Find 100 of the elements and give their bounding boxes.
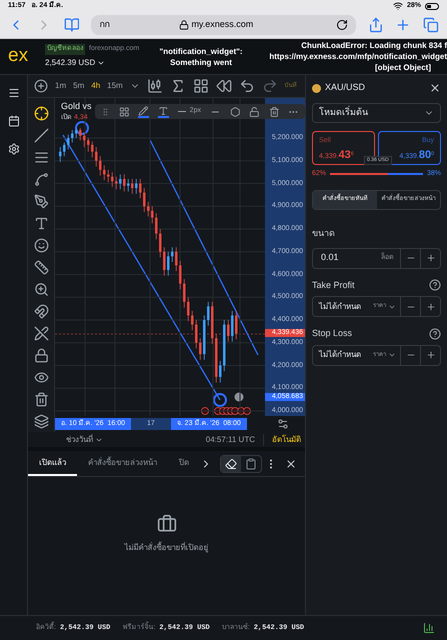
candle — [139, 178, 142, 199]
trash-icon[interactable] — [268, 106, 280, 118]
layers-icon[interactable] — [34, 414, 48, 429]
candle — [131, 178, 134, 194]
tabs-icon[interactable] — [423, 17, 439, 33]
candle — [119, 174, 122, 190]
candle — [219, 360, 222, 383]
magnet-icon[interactable] — [34, 304, 48, 319]
candle — [187, 296, 190, 322]
settings-icon[interactable] — [8, 143, 20, 155]
eye-icon[interactable] — [34, 370, 48, 385]
candle — [167, 251, 170, 276]
candle — [111, 172, 114, 188]
candle — [95, 146, 98, 167]
help-icon[interactable] — [429, 279, 441, 292]
timeframe-tab[interactable]: 15m — [107, 80, 123, 92]
zoom-in-icon[interactable] — [34, 282, 48, 297]
candle — [147, 201, 150, 217]
candle — [191, 310, 194, 331]
candle — [163, 246, 166, 276]
lock-icon — [179, 20, 190, 30]
crosshair-icon[interactable] — [34, 106, 48, 121]
address-field[interactable]: กก my.exness.com — [91, 15, 356, 35]
lines-tool-icon[interactable] — [34, 150, 48, 165]
logo: ex — [8, 45, 28, 66]
text-tool-icon[interactable] — [34, 216, 48, 231]
close-icon[interactable] — [285, 458, 297, 470]
candle — [155, 212, 158, 240]
redo-icon[interactable] — [262, 78, 278, 94]
candle — [135, 178, 138, 194]
symbol-title: XAU/USD — [325, 81, 366, 94]
axis-settings-icon[interactable] — [277, 418, 289, 430]
empty-message: ไม่มีคำสั่งซื้อขายที่เปิดอยู่ — [124, 542, 208, 554]
smiley-icon[interactable] — [34, 238, 48, 253]
text-icon[interactable] — [158, 106, 169, 118]
candle — [215, 333, 218, 383]
pen-off-icon[interactable] — [34, 326, 48, 341]
pen-tool-icon[interactable] — [34, 194, 48, 209]
trash-icon[interactable] — [34, 392, 48, 407]
candle — [115, 176, 118, 190]
channel-drawing[interactable] — [62, 121, 259, 407]
timeframe-tab[interactable]: 5m — [73, 80, 84, 92]
curve-tool-icon[interactable] — [34, 172, 48, 187]
candle — [159, 228, 162, 258]
view-mode-button[interactable] — [221, 456, 241, 472]
candle — [235, 310, 238, 340]
candle — [223, 320, 226, 372]
candle — [67, 134, 70, 150]
orders-tab[interactable]: คำสั่งซื้อขายล่วงหน้า — [77, 451, 168, 476]
line-tool-icon[interactable] — [34, 128, 48, 143]
orders-tab[interactable]: เปิดแล้ว — [28, 451, 77, 476]
candle — [123, 174, 126, 192]
pencil-icon[interactable] — [138, 106, 150, 118]
replay-icon[interactable] — [216, 78, 232, 94]
candle — [87, 138, 90, 152]
input-value: ไม่ได้กำหนด — [318, 300, 362, 312]
undo-icon[interactable] — [238, 78, 255, 94]
add-indicator-icon[interactable] — [34, 79, 48, 93]
templates-icon[interactable] — [118, 106, 130, 118]
date-range-dropdown[interactable]: ช่วงวันที่ — [66, 434, 103, 446]
drag-handle-icon[interactable] — [101, 106, 110, 116]
mode-dropdown[interactable]: โหมดเริ่มต้น — [312, 103, 441, 123]
candle — [79, 127, 82, 141]
timeframe-tab[interactable]: 4h — [91, 80, 100, 92]
url-text: my.exness.com — [191, 18, 254, 32]
candle — [199, 338, 202, 360]
field-label: Take Profit — [312, 278, 355, 292]
plus-icon — [426, 253, 436, 263]
bookmarks-icon[interactable] — [64, 17, 80, 33]
plus-icon — [426, 350, 436, 360]
wifi-icon — [392, 1, 403, 11]
candle — [179, 260, 182, 290]
orders-tab[interactable]: ปิด — [168, 451, 200, 476]
candles-icon[interactable] — [146, 78, 163, 94]
grid-icon[interactable] — [192, 78, 209, 94]
ruler-icon[interactable] — [34, 260, 48, 275]
close-icon[interactable] — [429, 82, 441, 94]
help-icon[interactable] — [429, 328, 441, 340]
candle — [127, 178, 130, 192]
candle — [71, 130, 74, 143]
calendar-icon[interactable] — [8, 115, 20, 127]
unlock-icon[interactable] — [249, 106, 260, 118]
lock-icon[interactable] — [34, 348, 48, 363]
menu-icon[interactable] — [8, 87, 20, 99]
event-markers[interactable] — [201, 407, 251, 415]
hexagon-icon[interactable] — [230, 106, 240, 118]
timeframe-tab[interactable]: 1m — [55, 80, 66, 92]
candle — [207, 301, 210, 326]
input-value: ไม่ได้กำหนด — [318, 349, 362, 361]
candle — [143, 188, 146, 212]
reload-icon[interactable] — [336, 19, 348, 31]
share-icon[interactable] — [368, 17, 384, 33]
error-text: Something went — [170, 56, 232, 68]
address-prefix: กก — [99, 18, 110, 32]
auto-scale-button[interactable]: อัตโนมัติ — [264, 434, 301, 446]
balance-dropdown[interactable]: 2,542.39 USD — [45, 56, 155, 69]
caret-icon — [388, 351, 396, 359]
candle — [231, 310, 234, 342]
field-label: Stop Loss — [312, 327, 352, 340]
candle — [103, 164, 106, 181]
